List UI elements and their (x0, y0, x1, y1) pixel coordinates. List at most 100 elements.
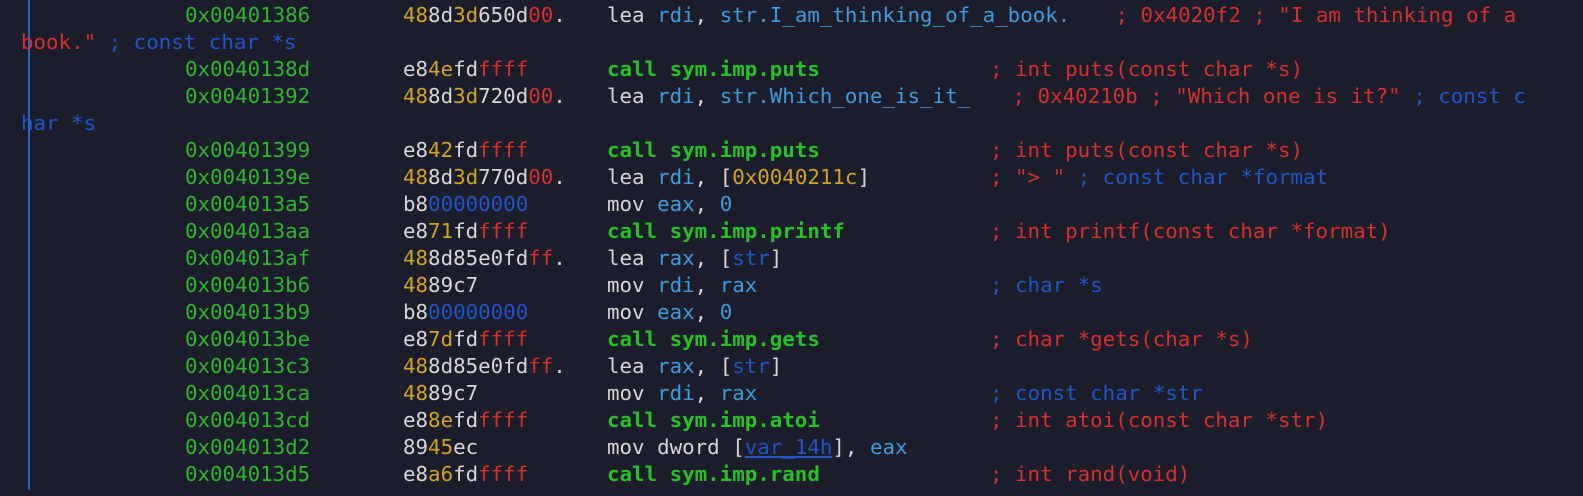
byte-token: fd (453, 219, 479, 243)
disasm-line[interactable]: 0x004013aa e871fdffff call sym.imp.printf;… (0, 218, 1583, 245)
instruction-token: call sym.imp.puts (607, 138, 820, 162)
byte-token: fd (453, 327, 479, 351)
byte-token: 7d (428, 327, 454, 351)
disasm-line[interactable]: 0x00401386 488d3d650d00. lea rdi, str.I_am… (0, 2, 1583, 29)
instruction-token: rax (657, 246, 695, 270)
byte-token: 00000000 (428, 192, 529, 216)
address[interactable]: 0x004013be (185, 326, 310, 353)
byte-token: ff (528, 354, 554, 378)
opcode-bytes: 488d3d720d00. (403, 83, 566, 110)
instruction-token: ] (769, 354, 783, 378)
disasm-line[interactable]: 0x004013d2 8945ec mov dword [var_14h], eax (0, 434, 1583, 461)
instruction[interactable]: mov eax, 0 (607, 191, 732, 218)
disasm-line[interactable]: 0x004013b9 b800000000 mov eax, 0 (0, 299, 1583, 326)
address[interactable]: 0x0040139e (185, 164, 310, 191)
byte-token: 48 (403, 246, 429, 270)
byte-token: ffff (478, 327, 529, 351)
instruction[interactable]: call sym.imp.puts (607, 137, 820, 164)
byte-token: . (553, 165, 566, 189)
comment-token: ; int printf(const char *format) (990, 219, 1391, 243)
comment: ; "> " ; const char *format (990, 164, 1328, 191)
byte-token: fd (453, 57, 479, 81)
instruction[interactable]: lea rax, [str] (607, 353, 782, 380)
opcode-bytes: e87dfdffff (403, 326, 528, 353)
disasm-line[interactable]: 0x004013ca 4889c7 mov rdi, rax ; const char… (0, 380, 1583, 407)
comment-token: ; const char *s (96, 30, 297, 54)
address[interactable]: 0x004013d5 (185, 461, 310, 488)
address[interactable]: 0x004013a5 (185, 191, 310, 218)
disasm-line[interactable]: 0x004013d5 e8a6fdffff call sym.imp.rand ; i… (0, 461, 1583, 488)
instruction[interactable]: call sym.imp.printf (607, 218, 845, 245)
address[interactable]: 0x004013b6 (185, 272, 310, 299)
comment-token: ; const char *str (990, 381, 1203, 405)
byte-token: 71 (428, 219, 454, 243)
instruction[interactable]: mov rdi, rax (607, 380, 757, 407)
instruction[interactable]: call sym.imp.rand (607, 461, 820, 488)
byte-token: e8 (403, 327, 429, 351)
wrapped-comment-line[interactable]: book." ; const char *s (0, 29, 1583, 56)
byte-token: fd (453, 408, 479, 432)
byte-token: 8d85e0fd (428, 354, 529, 378)
byte-token: 650d (478, 3, 529, 27)
instruction-token: , [ (694, 246, 733, 270)
instruction[interactable]: mov rdi, rax (607, 272, 757, 299)
byte-token: 770d (478, 165, 529, 189)
byte-token: 89c7 (428, 381, 479, 405)
address[interactable]: 0x004013aa (185, 218, 310, 245)
comment-continuation: book." ; const char *s (21, 29, 296, 56)
byte-token: e8 (403, 57, 429, 81)
instruction-token: lea (607, 246, 658, 270)
instruction[interactable]: call sym.imp.atoi (607, 407, 820, 434)
instruction-token: mov dword [ (607, 435, 745, 459)
opcode-bytes: 488d3d770d00. (403, 164, 566, 191)
comment-token: ; const c (1400, 84, 1526, 108)
byte-token: ff (528, 246, 554, 270)
address[interactable]: 0x00401392 (185, 83, 310, 110)
disasm-line[interactable]: 0x0040139e 488d3d770d00. lea rdi, [0x00402… (0, 164, 1583, 191)
byte-token: 00 (528, 165, 554, 189)
disasm-line[interactable]: 0x004013a5 b800000000 mov eax, 0 (0, 191, 1583, 218)
byte-token: 8d85e0fd (428, 246, 529, 270)
address[interactable]: 0x004013b9 (185, 299, 310, 326)
disasm-line[interactable]: 0x00401399 e842fdffff call sym.imp.puts ; i… (0, 137, 1583, 164)
address[interactable]: 0x0040138d (185, 56, 310, 83)
disasm-line[interactable]: 0x004013c3 488d85e0fdff. lea rax, [str] (0, 353, 1583, 380)
instruction[interactable]: mov eax, 0 (607, 299, 732, 326)
address[interactable]: 0x004013d2 (185, 434, 310, 461)
instruction-token: rdi (657, 84, 695, 108)
instruction[interactable]: lea rdi, str.I_am_thinking_of_a_book. (607, 2, 1070, 29)
byte-token: 3d (453, 84, 479, 108)
comment: ; char *gets(char *s) (990, 326, 1253, 353)
address[interactable]: 0x004013cd (185, 407, 310, 434)
disasm-line[interactable]: 0x004013b6 4889c7 mov rdi, rax ; char *s (0, 272, 1583, 299)
address[interactable]: 0x00401399 (185, 137, 310, 164)
byte-token: ffff (478, 57, 529, 81)
disasm-line[interactable]: 0x004013cd e88efdffff call sym.imp.atoi ; i… (0, 407, 1583, 434)
byte-token: . (553, 354, 566, 378)
byte-token: ffff (478, 462, 529, 486)
instruction[interactable]: mov dword [var_14h], eax (607, 434, 908, 461)
instruction-token: call sym.imp.atoi (607, 408, 820, 432)
wrapped-comment-line[interactable]: har *s (0, 110, 1583, 137)
comment-token: ; "> " (990, 165, 1066, 189)
instruction[interactable]: lea rax, [str] (607, 245, 782, 272)
instruction-token: ] (769, 246, 783, 270)
address[interactable]: 0x00401386 (185, 2, 310, 29)
comment: ; int rand(void) (990, 461, 1190, 488)
instruction[interactable]: lea rdi, [0x0040211c] (607, 164, 870, 191)
instruction-token: , (694, 273, 720, 297)
address[interactable]: 0x004013ca (185, 380, 310, 407)
instruction-token: var_14h (744, 435, 833, 459)
disasm-line[interactable]: 0x0040138d e84efdffff call sym.imp.puts ; i… (0, 56, 1583, 83)
instruction[interactable]: lea rdi, str.Which_one_is_it_ (607, 83, 970, 110)
instruction[interactable]: call sym.imp.gets (607, 326, 820, 353)
disasm-line[interactable]: 0x004013af 488d85e0fdff. lea rax, [str] (0, 245, 1583, 272)
address[interactable]: 0x004013af (185, 245, 310, 272)
disasm-line[interactable]: 0x00401392 488d3d720d00. lea rdi, str.Whic… (0, 83, 1583, 110)
instruction-token: call sym.imp.rand (607, 462, 820, 486)
instruction[interactable]: call sym.imp.puts (607, 56, 820, 83)
address[interactable]: 0x004013c3 (185, 353, 310, 380)
instruction-token: lea (607, 3, 658, 27)
disasm-line[interactable]: 0x004013be e87dfdffff call sym.imp.gets ; c… (0, 326, 1583, 353)
byte-token: 48 (403, 273, 429, 297)
